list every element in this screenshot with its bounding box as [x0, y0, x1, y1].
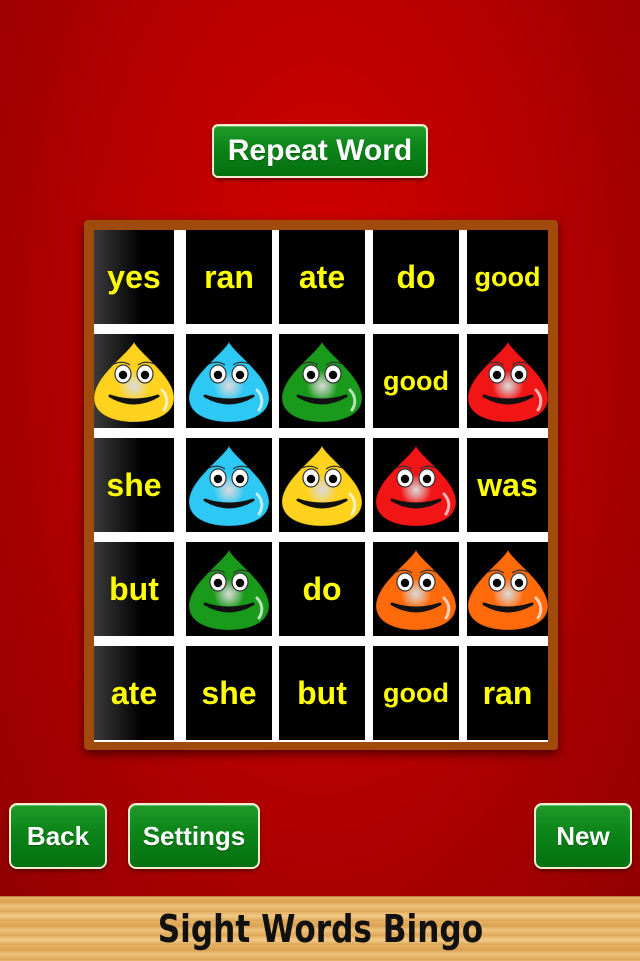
- smiley-drop-icon: [466, 338, 550, 424]
- smiley-drop-icon: [187, 338, 271, 424]
- bingo-cell[interactable]: she: [94, 438, 174, 532]
- bingo-cell[interactable]: but: [279, 646, 365, 740]
- settings-button[interactable]: Settings: [128, 803, 260, 869]
- cell-word: ran: [482, 674, 533, 711]
- app-title: Sight Words Bingo: [157, 907, 483, 951]
- bingo-cell[interactable]: do: [373, 230, 459, 324]
- cell-word: do: [302, 570, 342, 607]
- smiley-drop-icon: [280, 338, 364, 424]
- repeat-word-button[interactable]: Repeat Word: [212, 124, 428, 178]
- bingo-cell[interactable]: ate: [94, 646, 174, 740]
- cell-word: she: [106, 466, 162, 503]
- bingo-cell[interactable]: yes: [94, 230, 174, 324]
- new-game-button[interactable]: New: [534, 803, 632, 869]
- bingo-cell[interactable]: was: [467, 438, 548, 532]
- smiley-drop-icon: [280, 442, 364, 528]
- bingo-cell-marked-orange[interactable]: [373, 542, 459, 636]
- smiley-drop-icon: [466, 546, 550, 632]
- bingo-cell-marked-green[interactable]: [186, 542, 272, 636]
- cell-word: yes: [107, 258, 161, 295]
- bingo-cell-marked-red[interactable]: [373, 438, 459, 532]
- bingo-grid: yes ran ate do good good she was but do ate she but g…: [92, 230, 550, 742]
- cell-word: but: [109, 570, 159, 607]
- bingo-cell[interactable]: do: [279, 542, 365, 636]
- cell-word: do: [396, 258, 436, 295]
- cell-word: she: [201, 674, 257, 711]
- bingo-cell[interactable]: she: [186, 646, 272, 740]
- bingo-cell-marked-orange[interactable]: [466, 542, 550, 636]
- bingo-cell[interactable]: ran: [186, 230, 272, 324]
- bingo-cell-marked-blue[interactable]: [186, 438, 272, 532]
- bingo-cell-marked-green[interactable]: [279, 334, 365, 428]
- bingo-cell-marked-yellow[interactable]: [92, 334, 176, 428]
- back-button[interactable]: Back: [9, 803, 107, 869]
- cell-word: ate: [110, 674, 158, 711]
- bingo-cell-marked-yellow[interactable]: [279, 438, 365, 532]
- bingo-cell[interactable]: good: [373, 646, 459, 740]
- bingo-cell[interactable]: ate: [279, 230, 365, 324]
- smiley-drop-icon: [187, 546, 271, 632]
- smiley-drop-icon: [92, 338, 176, 424]
- footer-banner: Sight Words Bingo: [0, 896, 640, 961]
- cell-word: good: [383, 365, 449, 396]
- smiley-drop-icon: [374, 546, 458, 632]
- cell-word: was: [477, 466, 538, 503]
- bingo-cell[interactable]: ran: [467, 646, 548, 740]
- cell-word: but: [297, 674, 347, 711]
- cell-word: ate: [298, 258, 346, 295]
- smiley-drop-icon: [187, 442, 271, 528]
- bingo-board: yes ran ate do good good she was but do ate she but g…: [84, 220, 558, 750]
- smiley-drop-icon: [374, 442, 458, 528]
- cell-word: good: [383, 677, 449, 708]
- cell-word: good: [474, 261, 541, 292]
- bingo-cell[interactable]: but: [94, 542, 174, 636]
- bingo-cell[interactable]: good: [373, 334, 459, 428]
- bingo-cell[interactable]: good: [467, 230, 548, 324]
- bingo-cell-marked-red[interactable]: [466, 334, 550, 428]
- cell-word: ran: [204, 258, 254, 295]
- bingo-cell-marked-blue[interactable]: [186, 334, 272, 428]
